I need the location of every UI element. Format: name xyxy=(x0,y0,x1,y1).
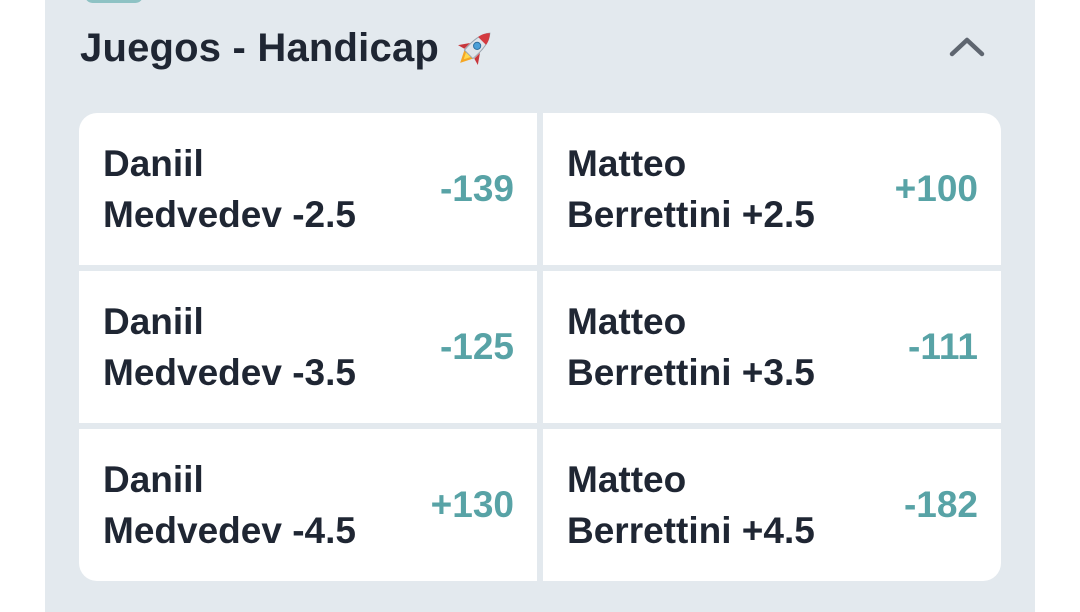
selection-line: Medvedev -2.5 xyxy=(103,194,356,235)
selection-berrettini-plus-2-5[interactable]: Matteo Berrettini +2.5 +100 xyxy=(543,113,1001,265)
selection-label: Daniil Medvedev -3.5 xyxy=(103,296,403,398)
odds-value: -182 xyxy=(903,484,978,525)
chevron-up-icon xyxy=(949,37,985,57)
selection-berrettini-plus-4-5[interactable]: Matteo Berrettini +4.5 -182 xyxy=(543,429,1001,581)
selection-label: Matteo Berrettini +3.5 xyxy=(567,296,867,398)
selection-line: Berrettini +2.5 xyxy=(567,194,815,235)
selection-label: Matteo Berrettini +2.5 xyxy=(567,138,867,240)
market-title: Juegos - Handicap xyxy=(80,25,440,70)
selection-medvedev-minus-4-5[interactable]: Daniil Medvedev -4.5 +130 xyxy=(79,429,537,581)
selection-medvedev-minus-3-5[interactable]: Daniil Medvedev -3.5 -125 xyxy=(79,271,537,423)
odds-value: +100 xyxy=(894,168,978,209)
selection-player: Daniil xyxy=(103,301,204,342)
odds-value: +130 xyxy=(430,484,514,525)
selections-grid: Daniil Medvedev -2.5 -139 Matteo Berrettin… xyxy=(79,113,1001,581)
selection-player: Matteo xyxy=(567,301,687,342)
selection-player: Daniil xyxy=(103,459,204,500)
odds-value: -111 xyxy=(908,326,978,367)
market-header: Juegos - Handicap xyxy=(80,18,499,78)
selection-line: Berrettini +4.5 xyxy=(567,510,815,551)
selection-line: Berrettini +3.5 xyxy=(567,352,815,393)
selection-label: Daniil Medvedev -2.5 xyxy=(103,138,403,240)
selection-label: Daniil Medvedev -4.5 xyxy=(103,454,403,556)
selection-line: Medvedev -3.5 xyxy=(103,352,356,393)
selection-line: Medvedev -4.5 xyxy=(103,510,356,551)
top-tab-indicator xyxy=(85,0,143,3)
odds-value: -139 xyxy=(439,168,514,209)
collapse-button[interactable] xyxy=(940,22,994,70)
selection-player: Matteo xyxy=(567,459,687,500)
selection-label: Matteo Berrettini +4.5 xyxy=(567,454,867,556)
selection-player: Daniil xyxy=(103,143,204,184)
odds-value: -125 xyxy=(439,326,514,367)
selection-medvedev-minus-2-5[interactable]: Daniil Medvedev -2.5 -139 xyxy=(79,113,537,265)
selection-player: Matteo xyxy=(567,143,687,184)
selection-berrettini-plus-3-5[interactable]: Matteo Berrettini +3.5 -111 xyxy=(543,271,1001,423)
rocket-icon xyxy=(451,24,499,72)
